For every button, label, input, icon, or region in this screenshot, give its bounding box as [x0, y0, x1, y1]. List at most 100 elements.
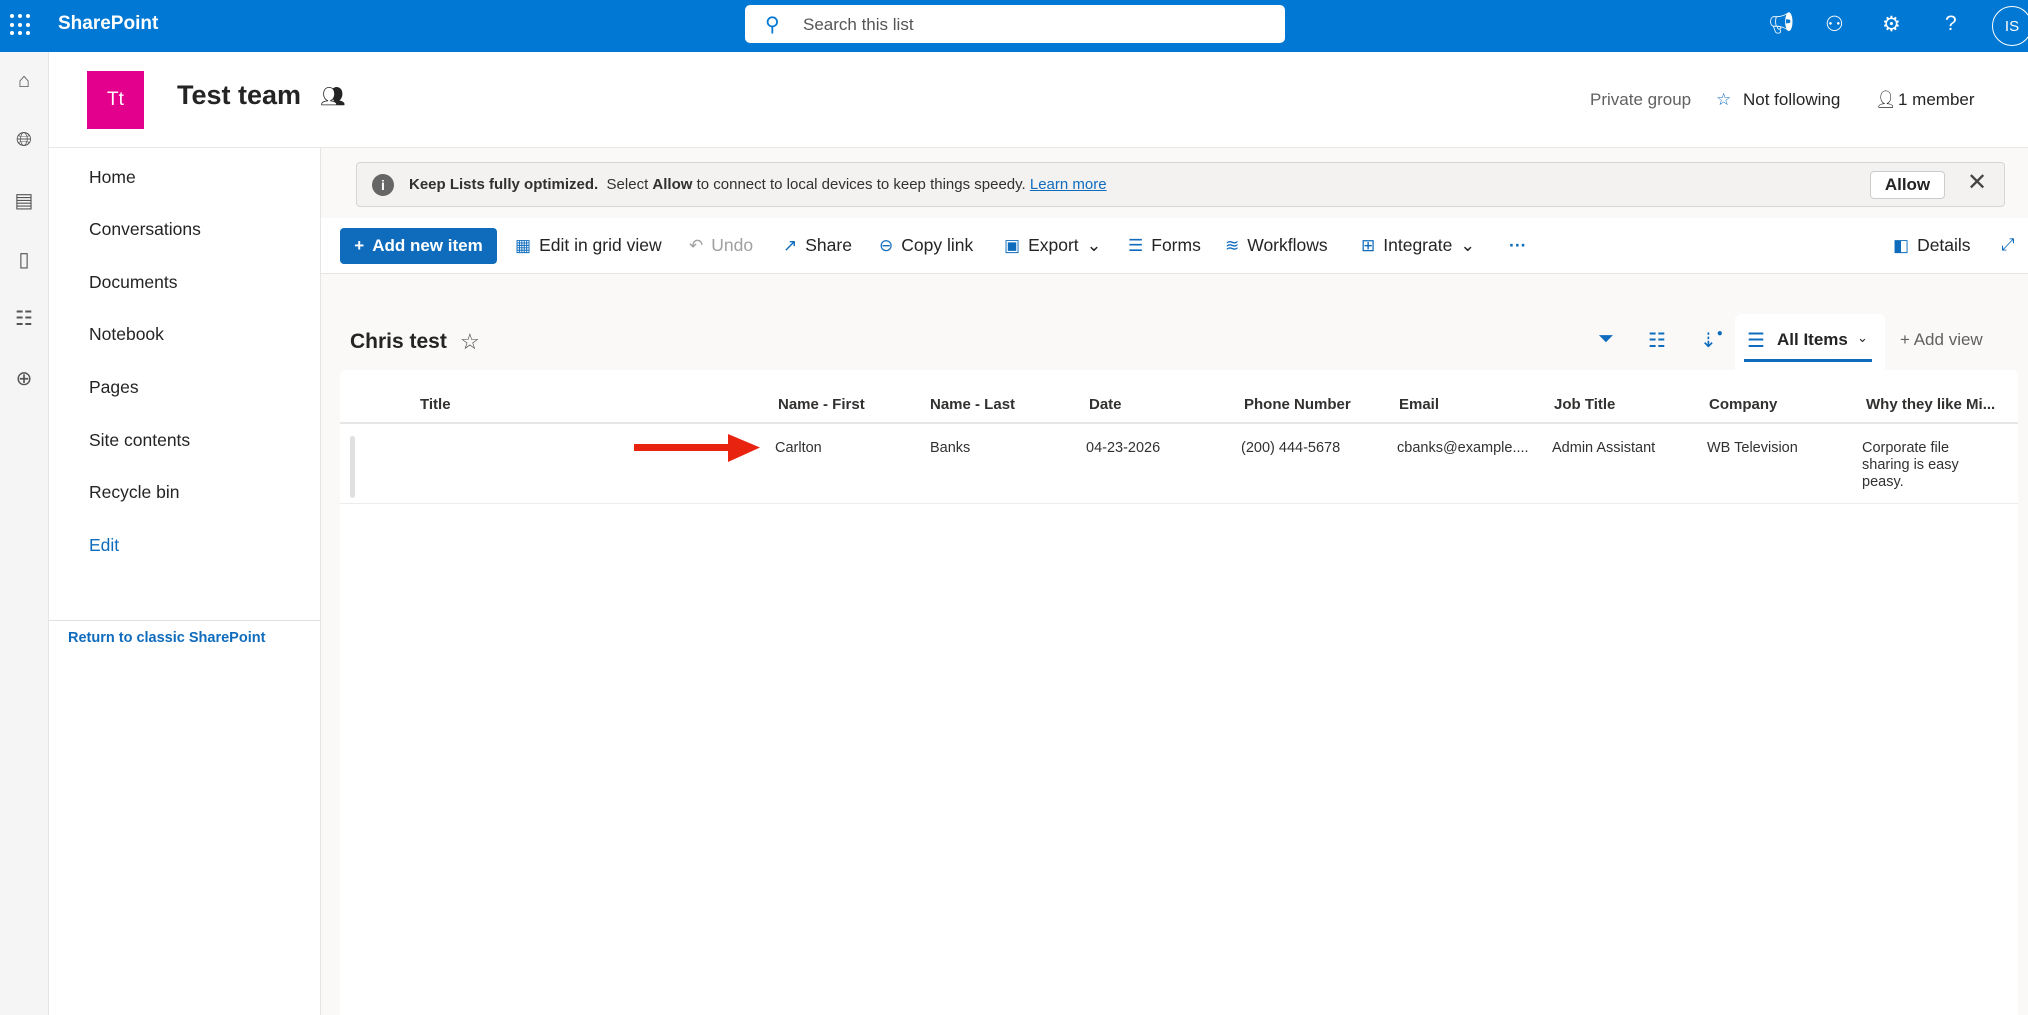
app-rail: ⌂ 🌐︎ ▤ ▯ ☷ ⊕	[0, 52, 49, 1015]
file-icon[interactable]: ▯	[8, 247, 40, 272]
undo-button[interactable]: ↶ Undo	[689, 235, 753, 256]
megaphone-icon[interactable]: 📢︎	[1768, 12, 1795, 36]
row-selector[interactable]	[350, 436, 355, 498]
grid-icon: ▦	[515, 235, 532, 255]
brand-name[interactable]: SharePoint	[58, 13, 158, 35]
nav-site-contents[interactable]: Site contents	[89, 430, 190, 451]
chevron-down-icon: ⌄	[1857, 330, 1868, 345]
share-button[interactable]: ↗ Share	[783, 235, 852, 256]
integrate-label: Integrate	[1383, 235, 1453, 255]
column-header-title[interactable]: Title	[420, 396, 451, 413]
view-tab-all-items[interactable]: ☰ All Items ⌄	[1735, 314, 1885, 370]
column-header-phone[interactable]: Phone Number	[1244, 396, 1351, 413]
notice-text: Keep Lists fully optimized. Select Allow…	[409, 176, 1107, 193]
share-label: Share	[805, 235, 852, 255]
add-label: Add new item	[372, 236, 483, 255]
info-icon: i	[372, 174, 394, 196]
globe-icon[interactable]: 🌐︎	[8, 129, 40, 152]
share-icon: ↗	[783, 235, 798, 255]
notice-pre: Select	[606, 176, 649, 193]
forms-label: Forms	[1151, 235, 1201, 255]
group-icon[interactable]: ☷	[1648, 328, 1666, 353]
cell-first: Carlton	[775, 440, 822, 456]
return-classic-link[interactable]: Return to classic SharePoint	[68, 630, 265, 646]
link-icon: ⊖	[879, 235, 894, 255]
column-header-email[interactable]: Email	[1399, 396, 1439, 413]
privacy-label: Private group	[1590, 90, 1692, 109]
table-row[interactable]: Carlton Banks 04-23-2026 (200) 444-5678 …	[340, 424, 2018, 504]
home-icon[interactable]: ⌂	[8, 70, 40, 93]
cell-job: Admin Assistant	[1552, 440, 1656, 456]
top-bar: SharePoint ⚲ Search this list 📢︎ ⚇ ⚙ ? I…	[0, 0, 2028, 52]
workflows-icon: ≋	[1225, 235, 1240, 255]
nav-documents[interactable]: Documents	[89, 272, 178, 293]
learn-more-link[interactable]: Learn more	[1030, 176, 1107, 193]
create-icon[interactable]: ⊕	[8, 366, 40, 391]
app-launcher-icon[interactable]	[10, 14, 32, 36]
search-input[interactable]: ⚲ Search this list	[745, 5, 1285, 43]
workflows-button[interactable]: ≋ Workflows	[1225, 235, 1328, 256]
copy-link-button[interactable]: ⊖ Copy link	[879, 235, 973, 256]
view-label: All Items	[1777, 330, 1848, 349]
column-header-date[interactable]: Date	[1089, 396, 1122, 413]
cell-email[interactable]: cbanks@example....	[1397, 440, 1529, 456]
allow-button[interactable]: Allow	[1870, 171, 1945, 199]
nav-conversations[interactable]: Conversations	[89, 219, 201, 240]
cell-last: Banks	[930, 440, 971, 456]
grid-label: Edit in grid view	[539, 235, 662, 255]
person-icon: 👤︎	[1875, 90, 1897, 109]
edit-grid-button[interactable]: ▦ Edit in grid view	[515, 235, 662, 256]
help-icon[interactable]: ?	[1945, 12, 1957, 36]
expand-icon[interactable]: ⤢	[2001, 235, 2015, 255]
avatar[interactable]: IS	[1992, 6, 2028, 46]
site-logo: Tt	[87, 71, 144, 129]
gear-icon[interactable]: ⚙	[1882, 12, 1901, 37]
more-button[interactable]: ···	[1509, 235, 1526, 256]
forms-icon: ☰	[1128, 235, 1144, 255]
teams-icon[interactable]: 👥︎	[320, 84, 345, 109]
list-table: Title Name - First Name - Last Date Phon…	[340, 370, 2018, 1015]
feedback-icon[interactable]: ⚇	[1825, 12, 1844, 37]
follow-button[interactable]: Not following	[1743, 90, 1840, 110]
site-title[interactable]: Test team	[177, 80, 301, 111]
export-button[interactable]: ▣ Export ⌄	[1004, 235, 1101, 256]
chevron-down-icon: ⌄	[1086, 235, 1102, 255]
search-icon: ⚲	[765, 14, 780, 36]
column-header-last[interactable]: Name - Last	[930, 396, 1015, 413]
forms-button[interactable]: ☰ Forms	[1128, 235, 1201, 256]
notice-bold: Keep Lists fully optimized.	[409, 176, 599, 193]
sort-icon[interactable]: ⇣●	[1700, 328, 1723, 353]
notice-bar: i Keep Lists fully optimized. Select All…	[356, 162, 2005, 207]
details-label: Details	[1917, 235, 1971, 255]
nav-divider	[49, 620, 321, 621]
nav-recycle-bin[interactable]: Recycle bin	[89, 482, 179, 503]
column-header-job[interactable]: Job Title	[1554, 396, 1615, 413]
details-button[interactable]: ◧ Details	[1893, 235, 1971, 256]
workflows-label: Workflows	[1247, 235, 1328, 255]
nav-edit[interactable]: Edit	[89, 535, 119, 556]
filter-icon[interactable]: ⏷	[1598, 328, 1614, 351]
integrate-button[interactable]: ⊞ Integrate ⌄	[1361, 235, 1475, 256]
column-header-why[interactable]: Why they like Mi...	[1866, 396, 1995, 413]
chevron-down-icon: ⌄	[1460, 235, 1475, 255]
excel-icon: ▣	[1004, 235, 1021, 255]
details-icon: ◧	[1893, 235, 1910, 255]
add-new-item-button[interactable]: + Add new item	[340, 228, 497, 264]
nav-home[interactable]: Home	[89, 167, 136, 188]
star-icon[interactable]: ☆	[1716, 90, 1731, 110]
notice-post: to connect to local devices to keep thin…	[696, 176, 1026, 193]
close-icon[interactable]: ✕	[1967, 168, 1987, 197]
column-header-company[interactable]: Company	[1709, 396, 1777, 413]
news-icon[interactable]: ▤	[8, 188, 40, 213]
cell-company: WB Television	[1707, 440, 1798, 456]
add-view-button[interactable]: + Add view	[1900, 330, 1983, 350]
list-view-icon: ☰	[1747, 330, 1765, 352]
favorite-star-icon[interactable]: ☆	[460, 329, 480, 355]
nav-pages[interactable]: Pages	[89, 377, 139, 398]
nav-notebook[interactable]: Notebook	[89, 324, 164, 345]
list-icon[interactable]: ☷	[8, 306, 40, 331]
column-header-first[interactable]: Name - First	[778, 396, 865, 413]
plus-icon: +	[354, 236, 365, 255]
copy-label: Copy link	[901, 235, 974, 255]
members-button[interactable]: 1 member	[1898, 90, 1975, 110]
